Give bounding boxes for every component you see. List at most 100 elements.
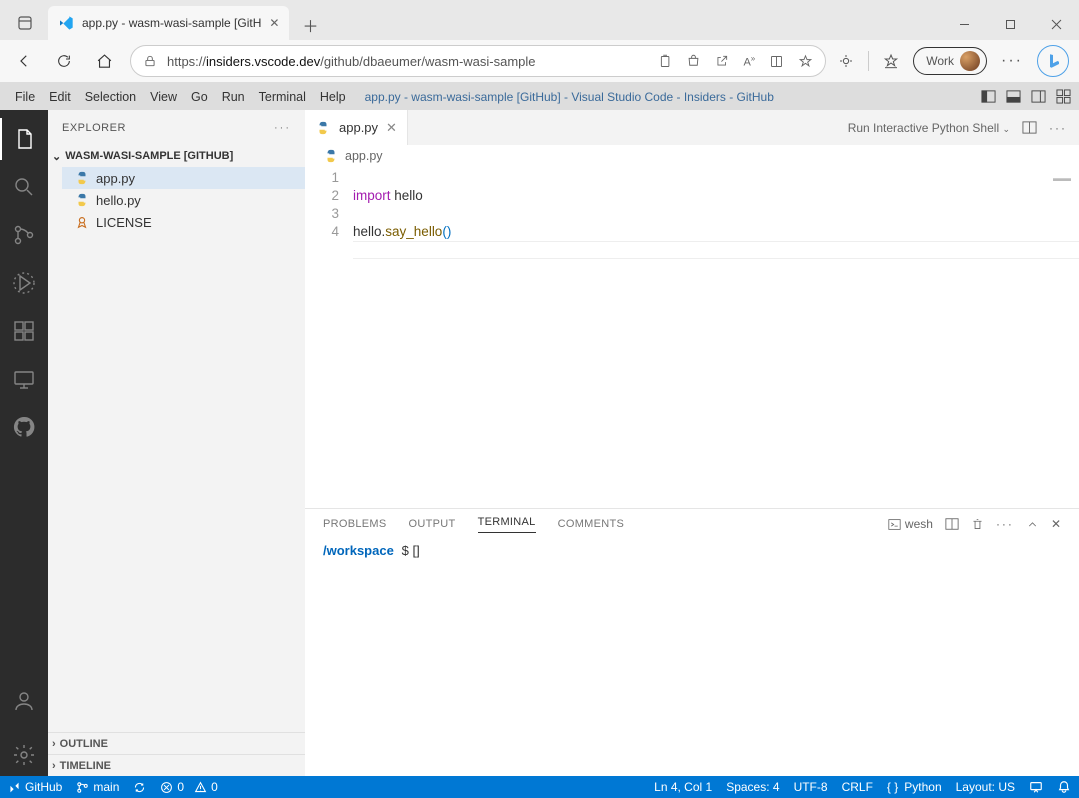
activity-bar <box>0 110 48 776</box>
settings-icon[interactable] <box>0 734 48 776</box>
new-tab-button[interactable]: ＋ <box>295 10 325 40</box>
feedback-icon[interactable] <box>1029 780 1043 794</box>
favorite-icon[interactable] <box>798 54 813 69</box>
timeline-section[interactable]: › TIMELINE <box>48 754 305 776</box>
terminal-prompt: $ [] <box>402 543 420 558</box>
tab-output[interactable]: OUTPUT <box>409 518 456 530</box>
more-icon[interactable]: ··· <box>1001 52 1023 70</box>
accounts-icon[interactable] <box>0 680 48 722</box>
editor-zone: app.py ✕ Run Interactive Python Shell ⌄ … <box>305 110 1079 776</box>
split-terminal-icon[interactable] <box>945 517 959 531</box>
menu-help[interactable]: Help <box>313 83 353 110</box>
refresh-button[interactable] <box>50 47 78 75</box>
menu-terminal[interactable]: Terminal <box>252 83 313 110</box>
profile-label: Work <box>926 54 954 68</box>
back-button[interactable] <box>10 47 38 75</box>
keyboard-layout[interactable]: Layout: US <box>956 780 1015 794</box>
menu-edit[interactable]: Edit <box>42 83 78 110</box>
editor-tab-app[interactable]: app.py ✕ <box>305 110 408 145</box>
file-item-license[interactable]: LICENSE <box>62 211 305 233</box>
minimap[interactable]: ▬▬ <box>1053 173 1071 183</box>
remote-explorer-icon[interactable] <box>0 358 48 400</box>
toggle-panel-icon[interactable] <box>1006 89 1021 104</box>
status-bar: GitHub main 0 0 Ln 4, Col 1 Spaces: 4 UT… <box>0 776 1079 798</box>
minimize-button[interactable] <box>941 8 987 40</box>
close-icon[interactable]: ✕ <box>386 120 397 136</box>
python-icon <box>315 120 331 136</box>
editor-actions: Run Interactive Python Shell ⌄ ··· <box>848 110 1079 145</box>
toggle-secondary-sidebar-icon[interactable] <box>1031 89 1046 104</box>
browser-chrome: app.py - wasm-wasi-sample [GitH ✕ ＋ http… <box>0 0 1079 83</box>
collections-icon[interactable] <box>769 54 784 69</box>
kill-terminal-icon[interactable] <box>971 518 984 531</box>
bottom-panel: PROBLEMS OUTPUT TERMINAL COMMENTS wesh ·… <box>305 508 1079 776</box>
browser-tab-strip: app.py - wasm-wasi-sample [GitH ✕ ＋ <box>0 0 1079 40</box>
close-icon[interactable]: ✕ <box>269 16 279 30</box>
vscode-window: File Edit Selection View Go Run Terminal… <box>0 83 1079 798</box>
toggle-primary-sidebar-icon[interactable] <box>981 89 996 104</box>
split-editor-icon[interactable] <box>1022 120 1037 135</box>
tab-comments[interactable]: COMMENTS <box>558 518 625 530</box>
notifications-icon[interactable] <box>1057 780 1071 794</box>
favorites-bar-icon[interactable] <box>883 53 899 69</box>
language-mode[interactable]: { }Python <box>887 780 942 794</box>
code-editor[interactable]: 1 2 3 4 import hello hello.say_hello() ▬… <box>305 167 1079 508</box>
read-aloud-icon[interactable]: A» <box>743 54 755 69</box>
breadcrumb[interactable]: app.py <box>305 145 1079 167</box>
github-icon[interactable] <box>0 406 48 448</box>
extensions-view-icon[interactable] <box>0 310 48 352</box>
remote-indicator[interactable]: GitHub <box>8 780 62 794</box>
panel-more-icon[interactable]: ··· <box>996 517 1014 531</box>
close-panel-icon[interactable]: ✕ <box>1051 517 1061 531</box>
personal-tab-icon[interactable] <box>8 6 42 40</box>
maximize-button[interactable] <box>987 8 1033 40</box>
git-branch[interactable]: main <box>76 780 119 794</box>
file-item-hello[interactable]: hello.py <box>62 189 305 211</box>
menu-run[interactable]: Run <box>215 83 252 110</box>
panel-tabs: PROBLEMS OUTPUT TERMINAL COMMENTS wesh ·… <box>305 509 1079 539</box>
cursor-position[interactable]: Ln 4, Col 1 <box>654 780 712 794</box>
file-item-app[interactable]: app.py <box>62 167 305 189</box>
terminal-shell-label[interactable]: wesh <box>888 517 933 531</box>
tab-terminal[interactable]: TERMINAL <box>478 516 536 533</box>
menu-go[interactable]: Go <box>184 83 215 110</box>
more-actions-icon[interactable]: ··· <box>1049 121 1067 135</box>
bing-chat-button[interactable] <box>1037 45 1069 77</box>
customize-layout-icon[interactable] <box>1056 89 1071 104</box>
breadcrumb-file: app.py <box>345 149 383 163</box>
menu-selection[interactable]: Selection <box>78 83 143 110</box>
folder-section[interactable]: ⌄ WASM-WASI-SAMPLE [GITHUB] <box>48 145 305 167</box>
encoding[interactable]: UTF-8 <box>794 780 828 794</box>
run-debug-icon[interactable] <box>0 262 48 304</box>
source-control-icon[interactable] <box>0 214 48 256</box>
indentation[interactable]: Spaces: 4 <box>726 780 779 794</box>
explorer-sidebar: EXPLORER ··· ⌄ WASM-WASI-SAMPLE [GITHUB]… <box>48 110 305 776</box>
problems-status[interactable]: 0 0 <box>160 780 217 794</box>
terminal-body[interactable]: /workspace $ [] <box>305 539 1079 776</box>
search-view-icon[interactable] <box>0 166 48 208</box>
explorer-view-icon[interactable] <box>0 118 48 160</box>
shopping-icon[interactable] <box>686 54 701 69</box>
open-external-icon[interactable] <box>715 54 729 69</box>
browser-tab[interactable]: app.py - wasm-wasi-sample [GitH ✕ <box>48 6 289 40</box>
timeline-label: TIMELINE <box>60 760 111 772</box>
clipboard-icon[interactable] <box>657 54 672 69</box>
close-window-button[interactable] <box>1033 8 1079 40</box>
outline-section[interactable]: › OUTLINE <box>48 732 305 754</box>
sync-icon[interactable] <box>133 781 146 794</box>
address-bar[interactable]: https://insiders.vscode.dev/github/dbaeu… <box>130 45 826 77</box>
sidebar-more-icon[interactable]: ··· <box>274 122 291 134</box>
extensions-icon[interactable] <box>838 53 854 69</box>
profile-button[interactable]: Work <box>913 47 987 75</box>
window-title: app.py - wasm-wasi-sample [GitHub] - Vis… <box>365 90 774 104</box>
eol[interactable]: CRLF <box>842 780 873 794</box>
maximize-panel-icon[interactable] <box>1026 518 1039 531</box>
run-python-shell-button[interactable]: Run Interactive Python Shell ⌄ <box>848 121 1010 135</box>
home-button[interactable] <box>90 47 118 75</box>
menu-view[interactable]: View <box>143 83 184 110</box>
folder-name: WASM-WASI-SAMPLE [GITHUB] <box>65 150 233 162</box>
tab-problems[interactable]: PROBLEMS <box>323 518 387 530</box>
layout-controls <box>981 89 1071 104</box>
browser-tab-title: app.py - wasm-wasi-sample [GitH <box>82 16 261 30</box>
menu-file[interactable]: File <box>8 83 42 110</box>
